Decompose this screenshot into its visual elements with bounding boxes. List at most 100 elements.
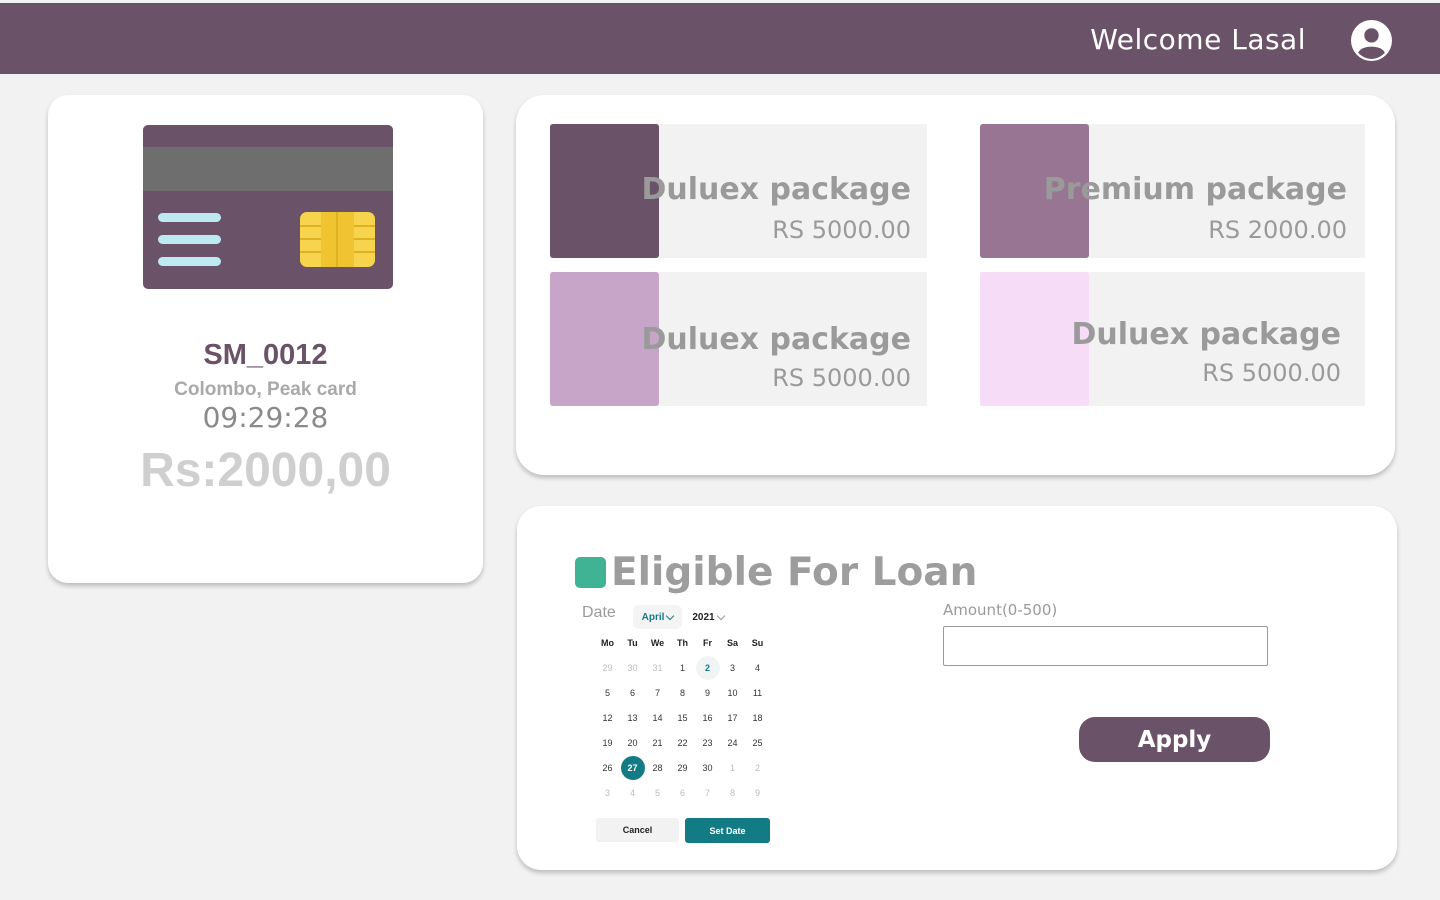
packages-panel: Duluex package RS 5000.00 Premium packag… (516, 95, 1395, 475)
welcome-text: Welcome Lasal (1090, 23, 1306, 56)
calendar-day[interactable]: 3 (720, 655, 745, 680)
calendar-day[interactable]: 14 (645, 705, 670, 730)
day-number: 30 (627, 662, 638, 673)
calendar-day[interactable]: 16 (695, 705, 720, 730)
package-card[interactable]: Duluex package RS 5000.00 (550, 124, 927, 258)
day-number: 10 (727, 687, 738, 698)
card-id: SM_0012 (203, 339, 328, 371)
day-number: 7 (704, 787, 710, 798)
calendar-day[interactable]: 19 (595, 730, 620, 755)
package-name: Premium package (1043, 172, 1347, 207)
calendar-week: 29 30 31 1 2 3 4 (595, 655, 770, 680)
calendar-day[interactable]: 17 (720, 705, 745, 730)
weekday-label: Th (677, 637, 688, 648)
calendar-day[interactable]: 6 (620, 680, 645, 705)
calendar-day[interactable]: 5 (645, 780, 670, 805)
day-number: 22 (677, 737, 688, 748)
calendar-day[interactable]: 22 (670, 730, 695, 755)
weekday-label: Su (751, 637, 764, 648)
apply-button[interactable]: Apply (1079, 717, 1270, 762)
calendar-day[interactable]: 2 (695, 655, 720, 680)
day-number: 20 (627, 737, 638, 748)
day-number: 6 (679, 787, 685, 798)
weekday-label: Tu (627, 637, 638, 648)
calendar-day[interactable]: 5 (595, 680, 620, 705)
calendar-day[interactable]: 6 (670, 780, 695, 805)
calendar-day[interactable]: 12 (595, 705, 620, 730)
calendar-week: 3 4 5 6 7 8 9 (595, 780, 770, 805)
user-circle-icon[interactable] (1351, 20, 1392, 61)
day-number: 21 (652, 737, 663, 748)
calendar-day[interactable]: 31 (645, 655, 670, 680)
day-number: 24 (727, 737, 738, 748)
calendar-day[interactable]: 1 (720, 755, 745, 780)
package-card[interactable]: Duluex package RS 5000.00 (980, 272, 1365, 406)
calendar-day[interactable]: 18 (745, 705, 770, 730)
day-number: 2 (695, 655, 720, 680)
calendar-day[interactable]: 24 (720, 730, 745, 755)
calendar-day[interactable]: 8 (720, 780, 745, 805)
amount-label: Amount(0-500) (943, 601, 1058, 619)
weekday-header: Mo Tu We Th Fr Sa Su (595, 630, 770, 655)
credit-card-icon (143, 125, 393, 289)
card-location: Colombo, Peak card (174, 379, 357, 400)
calendar-day[interactable]: 7 (695, 780, 720, 805)
day-number: 8 (729, 787, 735, 798)
calendar-day[interactable]: 3 (595, 780, 620, 805)
calendar-day[interactable]: 13 (620, 705, 645, 730)
cancel-button[interactable]: Cancel (596, 818, 679, 842)
package-card[interactable]: Duluex package RS 5000.00 (550, 272, 927, 406)
calendar-day[interactable]: 26 (595, 755, 620, 780)
calendar-day[interactable]: 21 (645, 730, 670, 755)
loan-status-icon (575, 557, 606, 588)
calendar-day[interactable]: 25 (745, 730, 770, 755)
calendar-day[interactable]: 20 (620, 730, 645, 755)
day-number: 5 (654, 787, 660, 798)
calendar-day[interactable]: 10 (720, 680, 745, 705)
day-number: 19 (602, 737, 613, 748)
day-number: 30 (702, 762, 713, 773)
day-number: 2 (754, 762, 760, 773)
day-number: 16 (702, 712, 713, 723)
calendar-day[interactable]: 8 (670, 680, 695, 705)
package-price: RS 5000.00 (772, 364, 911, 392)
calendar-day[interactable]: 4 (620, 780, 645, 805)
day-number: 3 (604, 787, 610, 798)
year-select[interactable]: 2021 (686, 605, 730, 629)
calendar-day[interactable]: 11 (745, 680, 770, 705)
calendar-week: 26 27 28 29 30 1 2 (595, 755, 770, 780)
package-price: RS 5000.00 (772, 216, 911, 244)
calendar-day[interactable]: 7 (645, 680, 670, 705)
package-name: Duluex package (641, 322, 911, 357)
calendar-day[interactable]: 30 (695, 755, 720, 780)
package-card[interactable]: Premium package RS 2000.00 (980, 124, 1365, 258)
day-number: 4 (629, 787, 635, 798)
calendar-day[interactable]: 15 (670, 705, 695, 730)
calendar-day[interactable]: 29 (670, 755, 695, 780)
calendar-day[interactable]: 4 (745, 655, 770, 680)
day-number: 8 (679, 687, 685, 698)
set-date-button[interactable]: Set Date (685, 818, 770, 843)
calendar-day[interactable]: 9 (695, 680, 720, 705)
day-number: 3 (729, 662, 735, 673)
day-number: 17 (727, 712, 738, 723)
calendar-day[interactable]: 29 (595, 655, 620, 680)
day-number: 27 (620, 755, 645, 780)
calendar-day[interactable]: 28 (645, 755, 670, 780)
month-select[interactable]: April (633, 605, 682, 629)
amount-input[interactable] (943, 626, 1268, 666)
calendar-day[interactable]: 2 (745, 755, 770, 780)
day-number: 28 (652, 762, 663, 773)
day-number: 1 (729, 762, 735, 773)
day-number: 5 (604, 687, 610, 698)
peak-card-panel: SM_0012 Colombo, Peak card 09:29:28 Rs:2… (48, 95, 483, 583)
day-number: 4 (754, 662, 760, 673)
calendar-day[interactable]: 27 (620, 755, 645, 780)
calendar-day[interactable]: 1 (670, 655, 695, 680)
calendar-day[interactable]: 30 (620, 655, 645, 680)
calendar-day[interactable]: 9 (745, 780, 770, 805)
calendar-day[interactable]: 23 (695, 730, 720, 755)
package-name: Duluex package (641, 172, 911, 207)
day-number: 18 (752, 712, 763, 723)
calendar-week: 5 6 7 8 9 10 11 (595, 680, 770, 705)
